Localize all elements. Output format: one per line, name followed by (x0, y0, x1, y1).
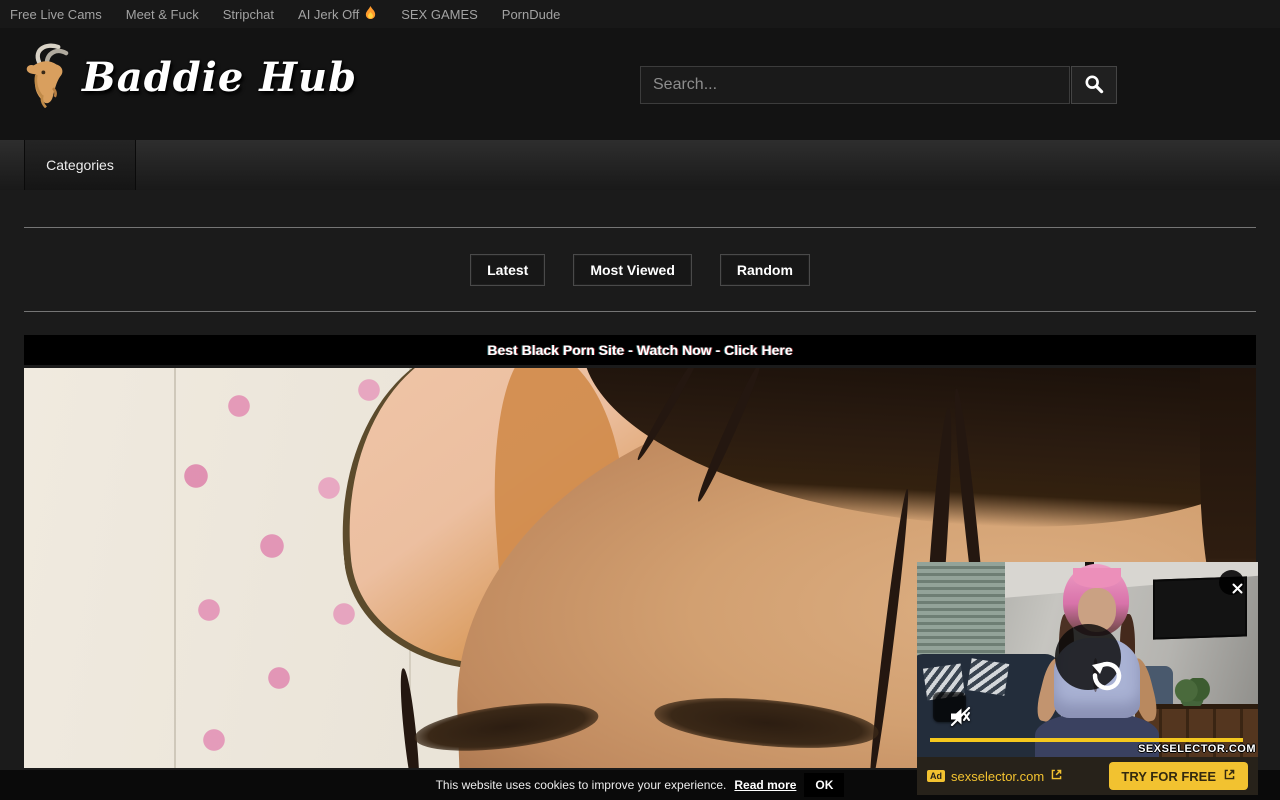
topbar-link-ai-jerk-off[interactable]: AI Jerk Off (298, 5, 377, 23)
ad-progress-bar (930, 738, 1243, 742)
ad-video-player[interactable]: SEXSELECTOR.COM (917, 562, 1258, 757)
topbar-link-stripchat[interactable]: Stripchat (223, 7, 274, 22)
ad-footer-bar: Ad sexselector.com TRY FOR FREE (917, 757, 1258, 795)
external-link-icon (1223, 768, 1236, 784)
cookie-read-more-link[interactable]: Read more (734, 778, 796, 792)
topbar: Free Live Cams Meet & Fuck Stripchat AI … (0, 0, 1280, 28)
brand-text: Baddie Hub (82, 54, 357, 101)
sort-tabs: Latest Most Viewed Random (24, 254, 1256, 286)
search-icon (1084, 74, 1104, 97)
ad-badge: Ad (927, 770, 945, 782)
ad-replay-button[interactable] (1055, 624, 1121, 690)
ad-watermark: SEXSELECTOR.COM (1138, 743, 1256, 755)
site-logo[interactable]: Baddie Hub (18, 42, 357, 113)
flame-icon (364, 5, 377, 23)
topbar-link-porndude[interactable]: PornDude (502, 7, 561, 22)
ad-advertiser-link[interactable]: sexselector.com (951, 768, 1063, 784)
topbar-link-sex-games[interactable]: SEX GAMES (401, 7, 478, 22)
topbar-link-label: AI Jerk Off (298, 7, 359, 22)
woman-art (1073, 568, 1121, 588)
header: Baddie Hub (0, 28, 1280, 140)
ad-cta-label: TRY FOR FREE (1121, 769, 1216, 784)
cookie-ok-button[interactable]: OK (804, 773, 844, 797)
ad-close-button[interactable] (1219, 570, 1244, 595)
tab-most-viewed[interactable]: Most Viewed (573, 254, 692, 286)
ad-muted-button[interactable] (933, 692, 966, 722)
ad-link-label: sexselector.com (951, 769, 1044, 784)
search-button[interactable] (1071, 66, 1117, 104)
video-ad-overlay: SEXSELECTOR.COM Ad sexselector.com TRY F… (917, 562, 1258, 795)
tab-random[interactable]: Random (720, 254, 810, 286)
search-bar (640, 66, 1117, 104)
nav-item-categories[interactable]: Categories (24, 140, 136, 190)
goat-logo-icon (18, 42, 74, 113)
cookie-message: This website uses cookies to improve you… (436, 778, 727, 792)
promo-banner-link[interactable]: Best Black Porn Site - Watch Now - Click… (24, 335, 1256, 365)
ad-cta-button[interactable]: TRY FOR FREE (1109, 762, 1248, 790)
plant-art (1173, 678, 1211, 706)
divider-top (24, 227, 1256, 228)
divider-bottom (24, 311, 1256, 312)
topbar-link-meet-and-fuck[interactable]: Meet & Fuck (126, 7, 199, 22)
tab-latest[interactable]: Latest (470, 254, 545, 286)
topbar-link-free-live-cams[interactable]: Free Live Cams (10, 7, 102, 22)
external-link-icon (1050, 768, 1063, 784)
search-input[interactable] (640, 66, 1070, 104)
pillow-art (967, 658, 1010, 696)
navbar: Categories (0, 140, 1280, 190)
